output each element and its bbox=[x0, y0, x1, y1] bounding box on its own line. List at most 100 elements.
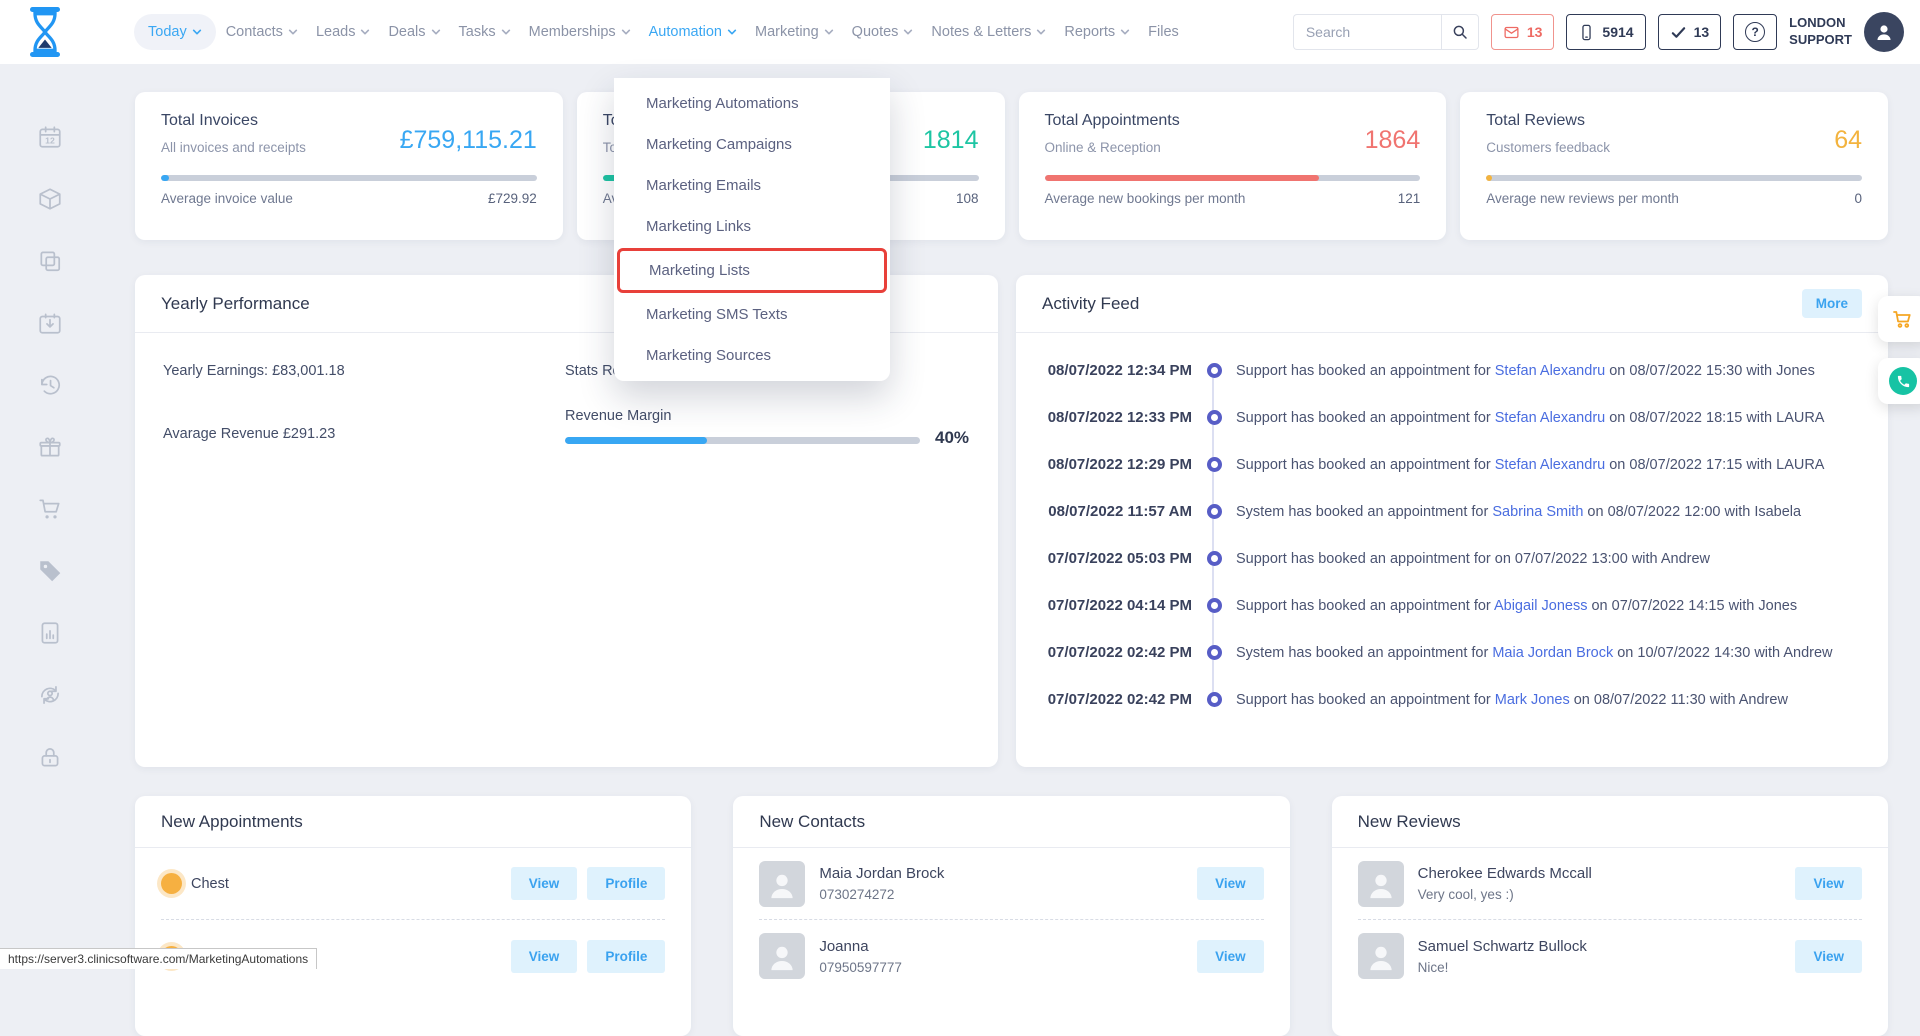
contact-row: Maia Jordan Brock 0730274272 View bbox=[759, 848, 1263, 920]
menu-item-marketing-sms-texts[interactable]: Marketing SMS Texts bbox=[614, 294, 890, 335]
nav-reports[interactable]: Reports bbox=[1056, 14, 1138, 50]
contact-row: Joanna 07950597777 View bbox=[759, 920, 1263, 992]
contact-link[interactable]: Sabrina Smith bbox=[1492, 504, 1583, 520]
profile-button[interactable]: Profile bbox=[587, 940, 665, 973]
nav-deals[interactable]: Deals bbox=[380, 14, 448, 50]
contact-link[interactable]: Maia Jordan Brock bbox=[1492, 645, 1613, 661]
nav-marketing[interactable]: Marketing bbox=[747, 14, 842, 50]
new-reviews-panel: New Reviews Cherokee Edwards Mccall Very… bbox=[1332, 796, 1888, 1036]
account-sync-icon[interactable] bbox=[37, 682, 63, 708]
view-button[interactable]: View bbox=[511, 940, 578, 973]
nav-files[interactable]: Files bbox=[1140, 14, 1187, 50]
nav-today[interactable]: Today bbox=[134, 14, 216, 50]
report-chart-icon[interactable] bbox=[37, 620, 63, 646]
reviewer-name: Cherokee Edwards Mccall bbox=[1418, 865, 1592, 882]
revenue-margin-bar bbox=[565, 437, 920, 444]
card-title: Total Reviews bbox=[1486, 112, 1610, 130]
panel-title: New Reviews bbox=[1358, 812, 1461, 832]
activity-text: Support has booked an appointment for on… bbox=[1236, 551, 1710, 567]
nav-marketing-label: Marketing bbox=[755, 24, 819, 40]
more-button[interactable]: More bbox=[1802, 289, 1862, 318]
activity-text-pre: Support has booked an appointment for bbox=[1236, 363, 1495, 379]
review-row: Samuel Schwartz Bullock Nice! View bbox=[1358, 920, 1862, 992]
timeline-marker-icon bbox=[1192, 692, 1236, 707]
view-button[interactable]: View bbox=[1197, 940, 1264, 973]
activity-text-post: on 08/07/2022 18:15 with LAURA bbox=[1605, 410, 1824, 426]
nav-quotes-label: Quotes bbox=[852, 24, 899, 40]
location-line1: LONDON bbox=[1789, 15, 1852, 32]
revenue-margin-value: 40% bbox=[935, 428, 969, 448]
clinicsoftware-logo-icon[interactable] bbox=[22, 5, 68, 59]
floating-phone-button[interactable] bbox=[1878, 358, 1920, 404]
new-appointments-panel: New Appointments Chest View Profile Boto… bbox=[135, 796, 691, 1036]
activity-timestamp: 07/07/2022 02:42 PM bbox=[1042, 644, 1192, 661]
menu-item-marketing-campaigns[interactable]: Marketing Campaigns bbox=[614, 124, 890, 165]
search-input[interactable] bbox=[1293, 14, 1441, 50]
activity-row: 08/07/2022 12:33 PM Support has booked a… bbox=[1042, 394, 1862, 441]
calendar-icon[interactable]: 12 bbox=[37, 124, 63, 150]
search-button[interactable] bbox=[1441, 14, 1479, 50]
copy-windows-icon[interactable] bbox=[37, 248, 63, 274]
menu-item-marketing-automations[interactable]: Marketing Automations bbox=[614, 83, 890, 124]
activity-text-post: on 08/07/2022 12:00 with Isabela bbox=[1583, 504, 1801, 520]
activity-text: System has booked an appointment for Sab… bbox=[1236, 504, 1801, 520]
topbar: Today Contacts Leads Deals Tasks Members… bbox=[0, 0, 1920, 64]
nav-contacts[interactable]: Contacts bbox=[218, 14, 306, 50]
nav-notes-letters[interactable]: Notes & Letters bbox=[923, 14, 1054, 50]
mail-badge[interactable]: 13 bbox=[1491, 14, 1555, 50]
help-badge[interactable]: ? bbox=[1733, 14, 1777, 50]
calendar-import-icon[interactable] bbox=[37, 310, 63, 336]
activity-text: System has booked an appointment for Mai… bbox=[1236, 645, 1833, 661]
nav-tasks[interactable]: Tasks bbox=[451, 14, 519, 50]
chevron-down-icon bbox=[431, 27, 441, 37]
activity-row: 07/07/2022 04:14 PM Support has booked a… bbox=[1042, 582, 1862, 629]
panel-title: Activity Feed bbox=[1042, 294, 1139, 314]
menu-item-marketing-links[interactable]: Marketing Links bbox=[614, 206, 890, 247]
nav-files-label: Files bbox=[1148, 24, 1179, 40]
view-button[interactable]: View bbox=[1197, 867, 1264, 900]
tasks-badge[interactable]: 13 bbox=[1658, 14, 1722, 50]
price-tag-icon[interactable] bbox=[37, 558, 63, 584]
lock-icon[interactable] bbox=[37, 744, 63, 770]
appointment-dot-icon bbox=[161, 873, 182, 894]
nav-automation[interactable]: Automation bbox=[641, 14, 745, 50]
progress-bar bbox=[1486, 175, 1862, 181]
review-row: Cherokee Edwards Mccall Very cool, yes :… bbox=[1358, 848, 1862, 920]
activity-timestamp: 08/07/2022 11:57 AM bbox=[1042, 503, 1192, 520]
history-icon[interactable] bbox=[37, 372, 63, 398]
person-icon bbox=[765, 867, 799, 901]
nav-quotes[interactable]: Quotes bbox=[844, 14, 922, 50]
menu-item-marketing-emails[interactable]: Marketing Emails bbox=[614, 165, 890, 206]
activity-timestamp: 07/07/2022 04:14 PM bbox=[1042, 597, 1192, 614]
chevron-down-icon bbox=[621, 27, 631, 37]
view-button[interactable]: View bbox=[511, 867, 578, 900]
profile-button[interactable]: Profile bbox=[587, 867, 665, 900]
appointment-row: Chest View Profile bbox=[161, 848, 665, 920]
activity-text: Support has booked an appointment for St… bbox=[1236, 457, 1824, 473]
contact-link[interactable]: Stefan Alexandru bbox=[1495, 363, 1605, 379]
view-button[interactable]: View bbox=[1795, 940, 1862, 973]
phone-badge[interactable]: 5914 bbox=[1566, 14, 1645, 50]
floating-cart-button[interactable] bbox=[1878, 296, 1920, 342]
contact-link[interactable]: Abigail Joness bbox=[1494, 598, 1588, 614]
menu-item-marketing-lists[interactable]: Marketing Lists bbox=[617, 248, 887, 293]
chevron-down-icon bbox=[288, 27, 298, 37]
menu-item-marketing-sources[interactable]: Marketing Sources bbox=[614, 335, 890, 376]
package-icon[interactable] bbox=[37, 186, 63, 212]
user-avatar[interactable] bbox=[1864, 12, 1904, 52]
contact-link[interactable]: Stefan Alexandru bbox=[1495, 457, 1605, 473]
view-button[interactable]: View bbox=[1795, 867, 1862, 900]
gift-icon[interactable] bbox=[37, 434, 63, 460]
nav-leads[interactable]: Leads bbox=[308, 14, 379, 50]
activity-text-post: on 08/07/2022 15:30 with Jones bbox=[1605, 363, 1815, 379]
contact-phone: 07950597777 bbox=[819, 960, 902, 975]
nav-memberships[interactable]: Memberships bbox=[521, 14, 639, 50]
nav-contacts-label: Contacts bbox=[226, 24, 283, 40]
location-line2: SUPPORT bbox=[1789, 32, 1852, 49]
contact-link[interactable]: Stefan Alexandru bbox=[1495, 410, 1605, 426]
timeline-marker-icon bbox=[1192, 645, 1236, 660]
contact-link[interactable]: Mark Jones bbox=[1495, 692, 1570, 708]
progress-bar bbox=[161, 175, 537, 181]
cart-icon[interactable] bbox=[37, 496, 63, 522]
contact-avatar bbox=[759, 933, 805, 979]
